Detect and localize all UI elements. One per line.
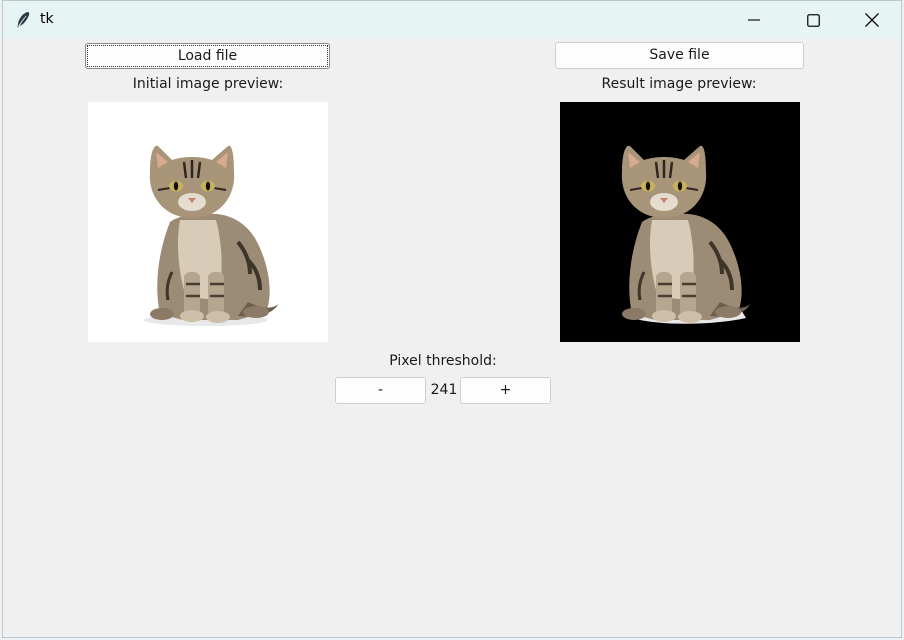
maximize-button[interactable] [790,1,836,39]
load-file-button[interactable]: Load file [85,43,330,69]
close-button[interactable] [849,1,895,39]
result-image-preview [560,102,800,342]
kitten-cutout-image [621,145,750,324]
threshold-increment-button[interactable]: + [460,377,551,404]
app-window: tk Load file Save file Initial image pre… [2,0,902,638]
result-preview-label: Result image preview: [601,76,757,92]
pixel-threshold-label: Pixel threshold: [389,353,497,369]
minimize-icon [748,19,760,21]
kitten-image [144,145,278,326]
minimize-button[interactable] [731,1,777,39]
maximize-icon [806,13,820,27]
threshold-value: 241 [430,382,458,398]
save-file-label: Save file [649,47,710,63]
save-file-button[interactable]: Save file [555,42,804,69]
title-bar[interactable]: tk [3,1,901,39]
threshold-decrement-button[interactable]: - [335,377,426,404]
increment-label: + [499,382,512,398]
close-icon [865,13,879,27]
initial-preview-label: Initial image preview: [132,76,284,92]
load-file-label: Load file [177,48,238,64]
initial-image-preview [88,102,328,342]
decrement-label: - [377,382,384,398]
feather-icon [16,12,30,29]
window-title: tk [40,11,54,27]
